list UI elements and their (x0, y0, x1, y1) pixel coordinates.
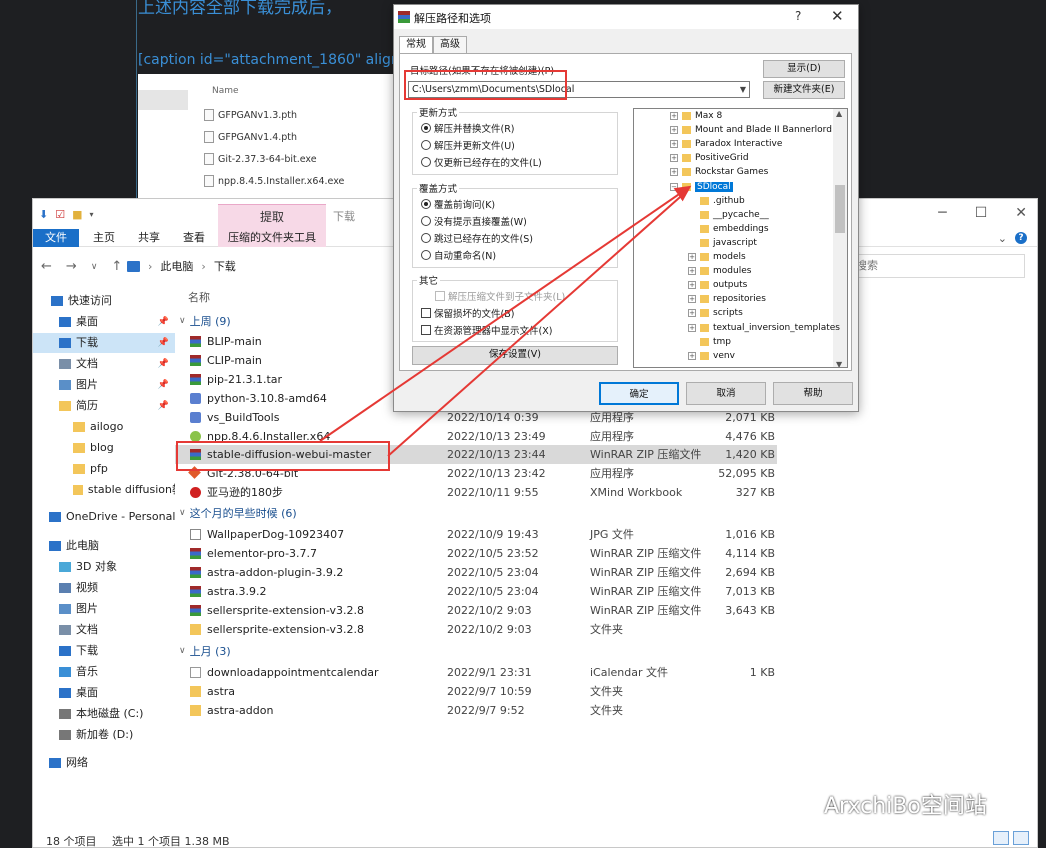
wechat-icon (782, 792, 816, 816)
watermark: ArxchiBo空间站 (782, 788, 987, 820)
arrow-to-tree (319, 185, 692, 442)
arrow-to-tree-2 (387, 189, 689, 457)
annotation-arrows (319, 185, 692, 457)
watermark-text: ArxchiBo空间站 (824, 794, 987, 819)
